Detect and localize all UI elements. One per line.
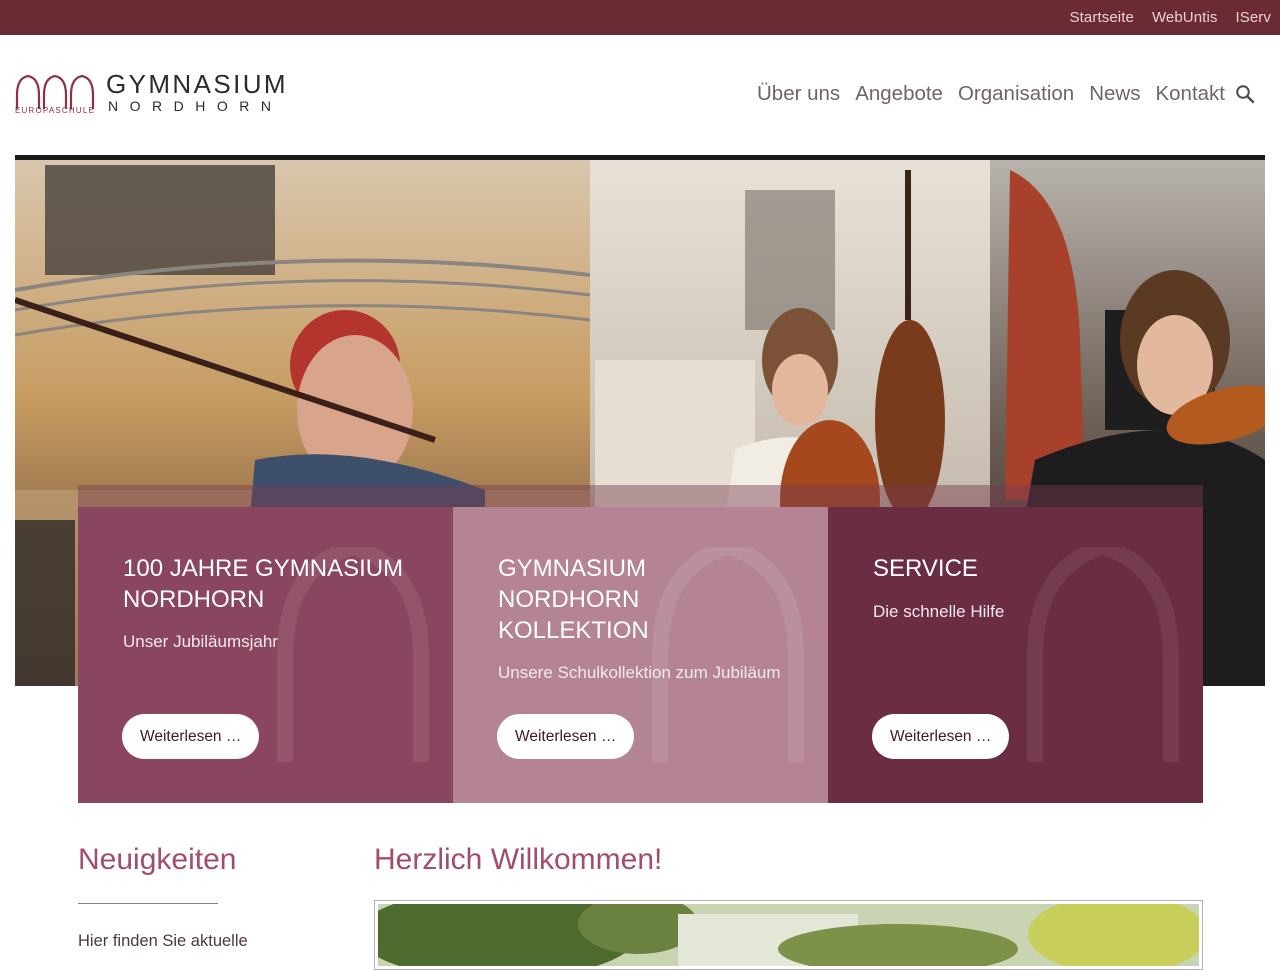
news-intro-text: Hier finden Sie aktuelle — [78, 932, 248, 950]
logo-title: GYMNASIUM — [106, 69, 288, 99]
card-title: SERVICE — [873, 555, 978, 582]
logo-arches-icon — [15, 75, 95, 109]
card-subtitle: Die schnelle Hilfe — [873, 602, 1005, 621]
search-icon[interactable] — [1235, 84, 1255, 104]
nav-news[interactable]: News — [1089, 82, 1140, 106]
main-navigation: Über uns Angebote Organisation News Kont… — [757, 82, 1225, 106]
teaser-cards: 100 JAHRE GYMNASIUM NORDHORN Unser Jubil… — [78, 507, 1203, 803]
card-title: GYMNASIUM NORDHORN KOLLEKTION — [498, 555, 649, 644]
card-subtitle: Unser Jubiläumsjahr — [123, 632, 278, 651]
welcome-photo-image — [375, 901, 1202, 969]
logo-tagline: EUROPASCHULE — [15, 106, 96, 115]
top-link-startseite[interactable]: Startseite — [1070, 9, 1134, 26]
top-links: Startseite WebUntis IServ — [1070, 0, 1271, 35]
nav-organisation[interactable]: Organisation — [958, 82, 1074, 106]
top-link-iserv[interactable]: IServ — [1235, 9, 1271, 26]
card-kollektion: GYMNASIUM NORDHORN KOLLEKTION Unsere Sch… — [453, 507, 828, 803]
nav-kontakt[interactable]: Kontakt — [1155, 82, 1225, 106]
logo-subtitle: NORDHORN — [108, 98, 283, 114]
nav-ueber-uns[interactable]: Über uns — [757, 82, 840, 106]
news-heading: Neuigkeiten — [78, 843, 237, 876]
top-link-webuntis[interactable]: WebUntis — [1152, 9, 1218, 26]
news-divider — [78, 903, 218, 904]
nav-angebote[interactable]: Angebote — [855, 82, 943, 106]
top-utility-bar: Startseite WebUntis IServ — [0, 0, 1280, 35]
welcome-heading: Herzlich Willkommen! — [374, 843, 663, 876]
card-subtitle: Unsere Schulkollektion zum Jubiläum — [498, 663, 781, 682]
site-logo[interactable]: EUROPASCHULE GYMNASIUM NORDHORN — [15, 69, 300, 117]
site-header: EUROPASCHULE GYMNASIUM NORDHORN Über uns… — [0, 35, 1280, 155]
read-more-button[interactable]: Weiterlesen … — [872, 714, 1010, 759]
read-more-button[interactable]: Weiterlesen … — [122, 714, 260, 759]
card-jubilaeum: 100 JAHRE GYMNASIUM NORDHORN Unser Jubil… — [78, 507, 453, 803]
card-service: SERVICE Die schnelle Hilfe Weiterlesen … — [828, 507, 1203, 803]
read-more-button[interactable]: Weiterlesen … — [497, 714, 635, 759]
card-title: 100 JAHRE GYMNASIUM NORDHORN — [123, 555, 404, 613]
